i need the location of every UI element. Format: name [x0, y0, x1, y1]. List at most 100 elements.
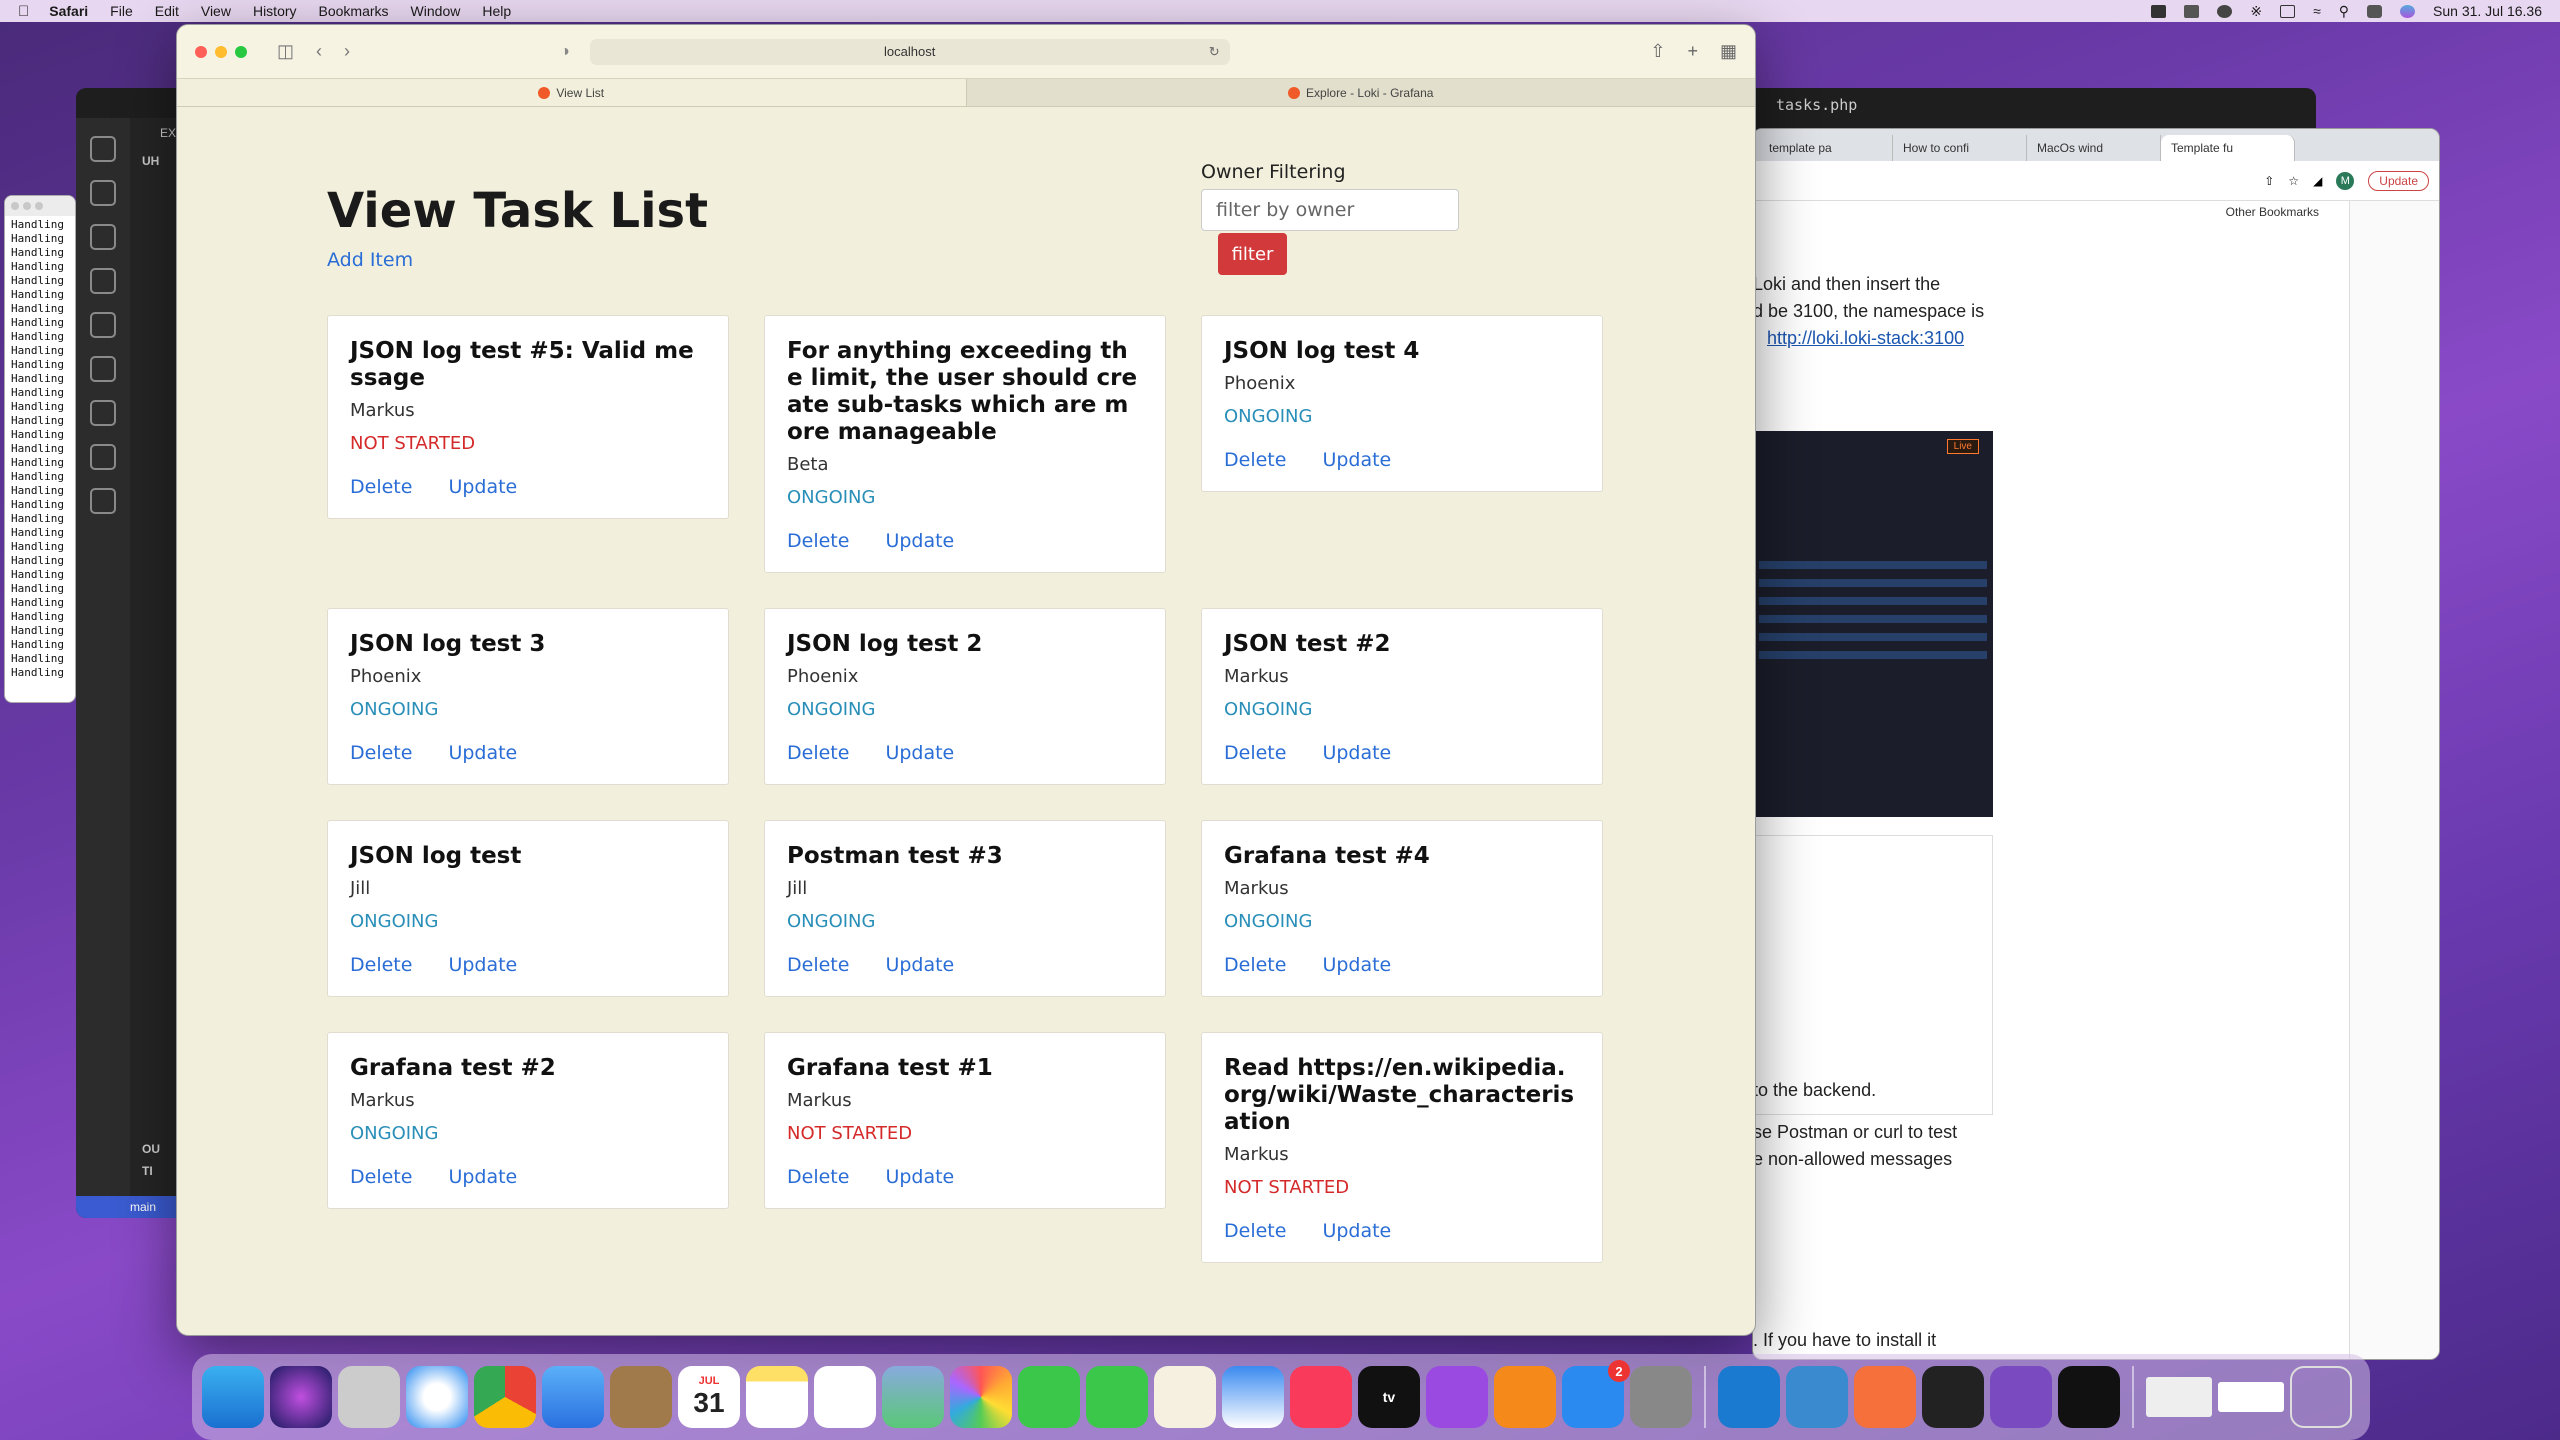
update-link[interactable]: Update [885, 954, 954, 976]
control-center-icon[interactable] [2367, 4, 2383, 18]
remote-explorer-icon[interactable] [90, 356, 116, 382]
delete-link[interactable]: Delete [350, 742, 412, 764]
run-debug-icon[interactable] [90, 268, 116, 294]
chrome-tab[interactable]: template pa [1759, 135, 1893, 161]
siri-icon[interactable] [270, 1366, 332, 1428]
messages-icon[interactable] [1018, 1366, 1080, 1428]
podcasts-icon[interactable] [1426, 1366, 1488, 1428]
postman-icon[interactable] [1854, 1366, 1916, 1428]
back-icon[interactable]: ‹ [316, 41, 322, 62]
freeform-icon[interactable] [1154, 1366, 1216, 1428]
star-icon[interactable]: ☆ [2288, 174, 2299, 188]
update-link[interactable]: Update [885, 530, 954, 552]
search-icon[interactable] [90, 180, 116, 206]
forward-icon[interactable]: › [344, 41, 350, 62]
new-tab-icon[interactable]: + [1687, 41, 1698, 62]
menu-window[interactable]: Window [411, 3, 461, 19]
share-icon[interactable]: ⇧ [2264, 174, 2274, 188]
reminders-icon[interactable] [814, 1366, 876, 1428]
update-link[interactable]: Update [1322, 742, 1391, 764]
menu-history[interactable]: History [253, 3, 297, 19]
privacy-shield-icon[interactable]: ◑ [560, 43, 570, 61]
delete-link[interactable]: Delete [1224, 954, 1286, 976]
branch-indicator[interactable]: main [130, 1200, 156, 1214]
notes-icon[interactable] [746, 1366, 808, 1428]
delete-link[interactable]: Delete [350, 954, 412, 976]
bluetooth-icon[interactable]: ※ [2250, 3, 2262, 20]
update-link[interactable]: Update [1322, 1220, 1391, 1242]
system-settings-icon[interactable] [1630, 1366, 1692, 1428]
delete-link[interactable]: Delete [787, 530, 849, 552]
chrome-tab[interactable]: How to confi [1893, 135, 2027, 161]
menu-app-safari[interactable]: Safari [49, 3, 88, 19]
terminal-icon[interactable] [1922, 1366, 1984, 1428]
address-bar[interactable]: localhost ↻ [589, 38, 1230, 65]
trash-icon[interactable] [2290, 1366, 2352, 1428]
delete-link[interactable]: Delete [1224, 1220, 1286, 1242]
menu-bookmarks[interactable]: Bookmarks [319, 3, 389, 19]
delete-link[interactable]: Delete [350, 476, 412, 498]
battery-icon[interactable] [2280, 4, 2296, 18]
photos-icon[interactable] [950, 1366, 1012, 1428]
update-link[interactable]: Update [885, 1166, 954, 1188]
minimize-button[interactable] [215, 45, 227, 58]
finder-icon[interactable] [202, 1366, 264, 1428]
update-link[interactable]: Update [448, 742, 517, 764]
source-control-icon[interactable] [90, 224, 116, 250]
status-icon-1[interactable] [2151, 4, 2167, 18]
zoom-button[interactable] [235, 45, 247, 58]
other-bookmarks[interactable]: Other Bookmarks [1753, 201, 2439, 225]
editor-tab-tasks-php[interactable]: tasks.php [1776, 96, 1857, 114]
filter-button[interactable]: filter [1218, 233, 1287, 275]
chrome-update-button[interactable]: Update [2368, 170, 2429, 191]
github-desktop-icon[interactable] [1990, 1366, 2052, 1428]
github-icon[interactable] [90, 400, 116, 426]
add-item-link[interactable]: Add Item [327, 249, 413, 271]
extensions-icon[interactable]: ◢ [2313, 174, 2322, 188]
launchpad-icon[interactable] [338, 1366, 400, 1428]
books-icon[interactable] [1494, 1366, 1556, 1428]
close-button[interactable] [195, 45, 207, 58]
mail-icon[interactable] [542, 1366, 604, 1428]
menu-view[interactable]: View [201, 3, 231, 19]
menu-file[interactable]: File [110, 3, 133, 19]
owner-filter-input[interactable] [1201, 189, 1459, 231]
explorer-icon[interactable] [90, 136, 116, 162]
music-icon[interactable] [1290, 1366, 1352, 1428]
docker-icon[interactable] [90, 488, 116, 514]
facetime-icon[interactable] [1086, 1366, 1148, 1428]
profile-avatar[interactable]: M [2336, 171, 2355, 190]
siri-icon[interactable] [2400, 4, 2416, 18]
tab-overview-icon[interactable]: ▦ [1720, 41, 1737, 62]
status-icon-2[interactable] [2184, 4, 2200, 18]
delete-link[interactable]: Delete [1224, 449, 1286, 471]
menu-edit[interactable]: Edit [155, 3, 179, 19]
menubar-clock[interactable]: Sun 31. Jul 16.36 [2433, 3, 2542, 19]
search-icon[interactable]: ⚲ [2339, 3, 2349, 20]
wifi-icon[interactable]: ≈ [2313, 3, 2321, 19]
maps-icon[interactable] [882, 1366, 944, 1428]
update-link[interactable]: Update [448, 1166, 517, 1188]
extensions-icon[interactable] [90, 312, 116, 338]
timeline-section[interactable]: TI [142, 1164, 153, 1178]
update-link[interactable]: Update [448, 954, 517, 976]
xcode-icon[interactable] [1786, 1366, 1848, 1428]
numbers-icon[interactable] [1222, 1366, 1284, 1428]
calendar-icon[interactable]: JUL 31 [678, 1366, 740, 1428]
sidebar-toggle-icon[interactable]: ◫ [277, 41, 294, 62]
activity-monitor-icon[interactable] [2058, 1366, 2120, 1428]
minimized-window-icon[interactable] [2146, 1377, 2212, 1417]
app-store-icon[interactable]: 2 [1562, 1360, 1630, 1428]
menu-help[interactable]: Help [482, 3, 511, 19]
safari-icon[interactable] [406, 1366, 468, 1428]
user-icon[interactable] [2217, 4, 2233, 18]
update-link[interactable]: Update [448, 476, 517, 498]
chrome-tab-active[interactable]: Template fu [2161, 135, 2295, 161]
contacts-icon[interactable] [610, 1366, 672, 1428]
update-link[interactable]: Update [885, 742, 954, 764]
tab-view-list[interactable]: View List [177, 79, 967, 106]
delete-link[interactable]: Delete [787, 742, 849, 764]
update-link[interactable]: Update [1322, 449, 1391, 471]
delete-link[interactable]: Delete [350, 1166, 412, 1188]
delete-link[interactable]: Delete [1224, 742, 1286, 764]
